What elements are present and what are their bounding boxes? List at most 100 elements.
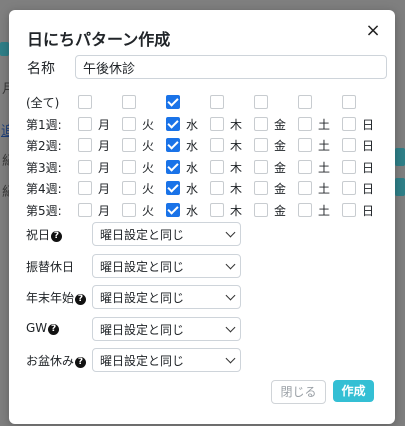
day-label: 月 [98, 182, 111, 196]
day-checkbox[interactable] [342, 159, 356, 174]
day-checkbox[interactable] [342, 181, 356, 195]
day-checkbox[interactable] [166, 138, 180, 152]
day-checkbox[interactable] [122, 116, 136, 131]
background-chip [395, 178, 405, 196]
holiday-setting-label: お盆休み? [26, 352, 87, 369]
week-row: (全て) [26, 93, 366, 111]
day-checkbox[interactable] [298, 138, 312, 152]
day-label: 木 [230, 139, 243, 153]
day-checkbox[interactable] [78, 181, 92, 195]
holiday-select[interactable]: 曜日設定と同じ [92, 316, 241, 341]
create-button[interactable]: 作成 [333, 380, 374, 402]
help-icon[interactable]: ? [48, 323, 60, 335]
day-checkbox[interactable] [122, 138, 136, 152]
week-row-label: 第2週: [26, 139, 62, 153]
close-icon[interactable]: × [362, 20, 384, 42]
day-checkbox[interactable] [254, 138, 268, 152]
day-checkbox[interactable] [122, 159, 136, 174]
holiday-select-value: 曜日設定と同じ [100, 259, 185, 274]
week-row: 第2週: 月 火 水 木 金 土 日 [26, 136, 374, 154]
background-chip [0, 42, 9, 56]
chevron-down-icon [225, 227, 236, 238]
day-checkbox[interactable] [210, 95, 224, 109]
day-label: 月 [98, 160, 111, 175]
holiday-select[interactable]: 曜日設定と同じ [92, 253, 241, 278]
day-checkbox[interactable] [122, 181, 136, 195]
holiday-select[interactable]: 曜日設定と同じ [92, 285, 241, 309]
day-checkbox[interactable] [254, 159, 268, 174]
day-checkbox[interactable] [254, 181, 268, 195]
holiday-setting-row: 振替休日 曜日設定と同じ [26, 253, 266, 278]
day-checkbox[interactable] [166, 95, 180, 109]
day-label: 水 [186, 117, 199, 132]
week-row: 第4週: 月 火 水 木 金 土 日 [26, 179, 374, 197]
day-checkbox[interactable] [298, 202, 312, 217]
day-checkbox[interactable] [298, 116, 312, 131]
day-checkbox[interactable] [298, 95, 312, 109]
day-checkbox[interactable] [298, 181, 312, 195]
background-chip [395, 148, 405, 166]
day-checkbox[interactable] [254, 95, 268, 109]
day-checkbox[interactable] [210, 138, 224, 152]
day-checkbox[interactable] [166, 159, 180, 174]
chevron-down-icon [225, 259, 236, 269]
help-icon[interactable]: ? [75, 357, 87, 368]
holiday-setting-label: 年末年始? [26, 289, 87, 306]
holiday-select[interactable]: 曜日設定と同じ [92, 348, 241, 372]
day-label: 火 [142, 117, 155, 132]
holiday-setting-text: 祝日 [26, 228, 51, 242]
day-label: 金 [274, 160, 287, 175]
holiday-select-value: 曜日設定と同じ [100, 291, 185, 305]
day-label: 木 [230, 160, 243, 175]
holiday-select-value: 曜日設定と同じ [100, 354, 185, 368]
holiday-setting-row: お盆休み? 曜日設定と同じ [26, 348, 266, 372]
week-row-label: 第4週: [26, 182, 62, 196]
day-label: 月 [98, 117, 111, 132]
day-checkbox[interactable] [342, 202, 356, 217]
holiday-select-value: 曜日設定と同じ [100, 322, 185, 337]
day-checkbox[interactable] [166, 202, 180, 217]
chevron-down-icon [225, 290, 236, 301]
day-checkbox[interactable] [78, 95, 92, 109]
help-icon[interactable]: ? [75, 294, 87, 305]
day-checkbox[interactable] [254, 116, 268, 131]
holiday-setting-text: 年末年始 [26, 291, 75, 305]
day-label: 土 [318, 139, 331, 153]
day-checkbox[interactable] [342, 116, 356, 131]
day-checkbox[interactable] [298, 159, 312, 174]
day-checkbox[interactable] [166, 181, 180, 195]
day-checkbox[interactable] [210, 116, 224, 131]
day-label: 火 [142, 139, 155, 153]
holiday-select[interactable]: 曜日設定と同じ [92, 222, 241, 246]
day-checkbox[interactable] [166, 116, 180, 131]
help-icon[interactable]: ? [51, 231, 63, 242]
day-label: 水 [186, 139, 199, 153]
day-checkbox[interactable] [122, 95, 136, 109]
holiday-setting-label: GW? [26, 321, 60, 335]
day-checkbox[interactable] [210, 159, 224, 174]
day-label: 金 [274, 182, 287, 196]
name-input[interactable] [75, 55, 387, 79]
day-checkbox[interactable] [342, 95, 356, 109]
holiday-setting-text: お盆休み [26, 354, 75, 368]
day-checkbox[interactable] [210, 202, 224, 217]
day-checkbox[interactable] [78, 116, 92, 131]
day-checkbox[interactable] [78, 138, 92, 152]
day-checkbox[interactable] [210, 181, 224, 195]
create-day-pattern-dialog: 日にちパターン作成 × 名称 (全て)第1週:月火水木金土日第2週:月火水木金土… [9, 10, 395, 424]
day-label: 水 [186, 203, 199, 218]
holiday-select-value: 曜日設定と同じ [100, 228, 185, 242]
day-checkbox[interactable] [78, 202, 92, 217]
dialog-title: 日にちパターン作成 [27, 30, 171, 49]
day-checkbox[interactable] [254, 202, 268, 217]
week-row-label: (全て) [26, 96, 60, 110]
day-checkbox[interactable] [78, 159, 92, 174]
day-checkbox[interactable] [342, 138, 356, 152]
holiday-setting-row: 祝日? 曜日設定と同じ [26, 222, 266, 246]
day-checkbox[interactable] [122, 202, 136, 217]
close-button[interactable]: 閉じる [271, 380, 326, 404]
day-label: 土 [318, 117, 331, 132]
day-label: 日 [362, 182, 375, 196]
day-label: 日 [362, 117, 375, 132]
holiday-setting-row: 年末年始? 曜日設定と同じ [26, 285, 266, 309]
